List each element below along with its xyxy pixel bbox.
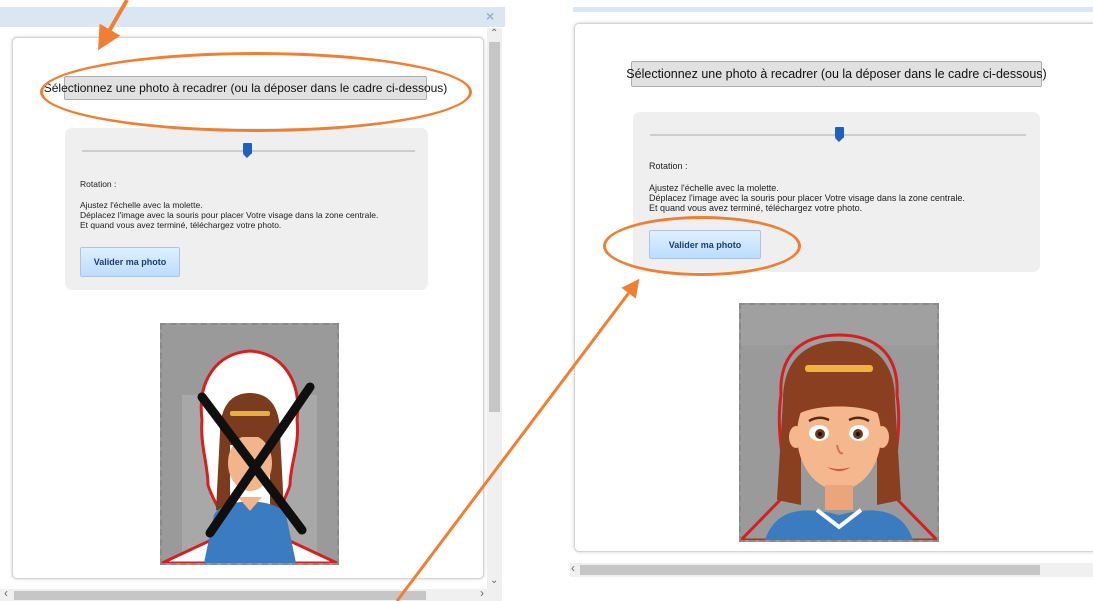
instruction-line-1: Ajustez l'échelle avec la molette. [649, 183, 779, 193]
photo-crop-frame[interactable] [739, 303, 939, 542]
right-dialog: Sélectionnez une photo à recadrer (ou la… [560, 0, 1093, 601]
scroll-left-icon[interactable]: ‹ [571, 561, 575, 575]
scale-slider-handle[interactable] [835, 127, 844, 142]
instruction-line-3: Et quand vous avez terminé, téléchargez … [80, 220, 282, 230]
scroll-down-icon[interactable]: ⌄ [490, 575, 498, 586]
scroll-up-icon[interactable]: ⌃ [490, 28, 498, 39]
validate-photo-button[interactable]: Valider ma photo [80, 247, 180, 277]
photo-crop-frame[interactable] [160, 323, 339, 565]
select-photo-button[interactable]: Sélectionnez une photo à recadrer (ou la… [626, 61, 1047, 87]
instruction-line-1: Ajustez l'échelle avec la molette. [80, 200, 203, 210]
left-vscrollbar-thumb[interactable] [489, 42, 500, 412]
rotation-label: Rotation : [649, 161, 688, 171]
left-titlebar [0, 7, 505, 27]
rotation-label: Rotation : [80, 179, 117, 189]
ellipse-annotation-icon [40, 52, 472, 132]
ellipse-annotation-icon [603, 216, 801, 276]
instruction-line-2: Déplacez l'image avec la souris pour pla… [80, 210, 379, 220]
instruction-line-3: Et quand vous avez terminé, téléchargez … [649, 203, 863, 213]
instruction-line-2: Déplacez l'image avec la souris pour pla… [649, 193, 965, 203]
scroll-left-icon[interactable]: ‹ [4, 586, 8, 600]
left-hscrollbar-thumb[interactable] [14, 591, 426, 600]
scroll-right-icon[interactable]: › [480, 586, 484, 600]
girl-photo-large [741, 305, 937, 540]
right-top-strip [573, 7, 1093, 12]
scale-slider-handle[interactable] [243, 143, 252, 158]
girl-photo-small [162, 349, 337, 563]
close-icon[interactable]: × [486, 8, 494, 24]
right-hscrollbar-thumb[interactable] [580, 565, 1040, 575]
